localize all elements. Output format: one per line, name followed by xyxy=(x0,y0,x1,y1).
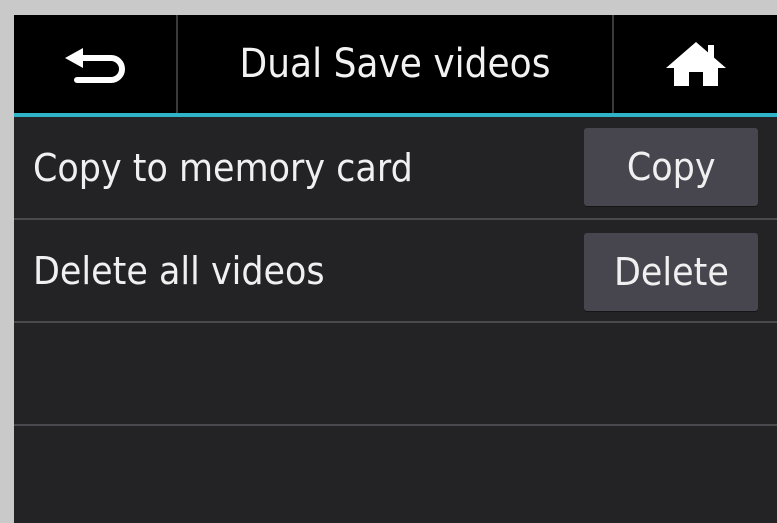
copy-button-label: Copy xyxy=(626,145,716,189)
delete-label: Delete all videos xyxy=(33,248,325,293)
list-item-delete: Delete all videos Delete xyxy=(14,220,777,323)
delete-button[interactable]: Delete xyxy=(584,233,758,311)
home-button[interactable] xyxy=(614,15,777,113)
back-arrow-icon xyxy=(65,48,125,83)
list-item-empty xyxy=(14,426,777,523)
screen: Dual Save videos Copy to memory card Cop… xyxy=(14,15,777,523)
home-icon xyxy=(665,42,726,86)
header-divider xyxy=(176,15,178,113)
copy-button[interactable]: Copy xyxy=(584,128,758,206)
list-item-copy: Copy to memory card Copy xyxy=(14,117,777,220)
back-button[interactable] xyxy=(14,15,176,113)
delete-button-label: Delete xyxy=(613,250,729,294)
page-title: Dual Save videos xyxy=(239,41,551,87)
copy-label: Copy to memory card xyxy=(33,145,413,190)
header-bar: Dual Save videos xyxy=(14,15,777,113)
list-item-empty xyxy=(14,323,777,426)
